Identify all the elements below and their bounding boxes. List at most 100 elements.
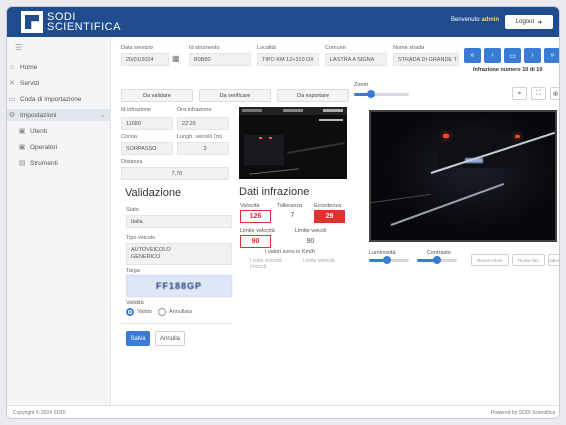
distanza-field: 7,70 — [121, 167, 229, 180]
contrasto-slider[interactable] — [417, 256, 457, 264]
tipo-veicolo-select[interactable]: AUTOVEICOLO GENERICO — [126, 243, 232, 265]
target-icon: ⌖ — [517, 89, 522, 97]
id-strumento-field: B0B80 — [189, 53, 251, 66]
sidebar-item-label: Home — [20, 63, 38, 71]
sidebar-item-label: Utenti — [30, 127, 47, 135]
ora-infrazione-label: Ora infrazione — [177, 107, 212, 113]
user-icon: ▣ — [18, 128, 26, 135]
target-button[interactable]: ⌖ — [512, 87, 527, 100]
nome-strada-field: STRADA DI GRANDE T — [393, 53, 459, 66]
sidebar-item-label: Servizi — [20, 79, 40, 87]
tipo-veicolo-line1: AUTOVEICOLO — [131, 247, 171, 253]
save-photo-button[interactable]: Salva — [548, 254, 559, 266]
radio-annullata[interactable] — [158, 308, 166, 316]
hamburger-icon[interactable]: ☰ — [15, 43, 22, 52]
services-icon: ✕ — [9, 80, 15, 87]
contrasto-slider-knob[interactable] — [433, 256, 441, 264]
welcome-user: admin — [481, 17, 499, 23]
id-infrazione-label: Id infrazione — [121, 107, 151, 113]
last-icon: » — [550, 52, 555, 59]
radio-annullata-label: Annullata — [169, 309, 192, 315]
data-servizio-field: 20/01/2024 — [121, 53, 169, 66]
first-record-button[interactable]: « — [464, 48, 481, 63]
corsia-label: Corsia — [121, 134, 137, 140]
app-window: SODI SCIENTIFICA Benvenuto admin Logout … — [6, 6, 560, 419]
zoom-label: Zoom — [354, 82, 369, 88]
zoom-slider-knob[interactable] — [366, 90, 375, 98]
luminosita-label: Luminosità — [369, 250, 396, 256]
targa-plate-image[interactable]: FF188GP — [126, 275, 232, 297]
radio-valido-label: Valido — [137, 309, 152, 315]
tools-icon: ▤ — [18, 160, 26, 167]
eccedenza-label: Eccedenza — [314, 203, 342, 209]
logo: SODI SCIENTIFICA — [21, 10, 121, 34]
prev-record-button[interactable]: ‹ — [484, 48, 501, 63]
luminosita-slider-knob[interactable] — [383, 256, 391, 264]
velocita-value: 126 — [240, 210, 271, 223]
localita-label: Località — [257, 45, 276, 51]
velocita-label: Velocità — [240, 203, 260, 209]
lunghezza-label: Lungh. veicolo (m) — [177, 134, 223, 140]
stato-select[interactable]: Italia — [126, 215, 232, 228]
divider — [121, 323, 233, 324]
crosshair-button[interactable]: ⊕ — [550, 87, 559, 100]
zoom-slider[interactable] — [354, 90, 409, 98]
sidebar-item-operatori[interactable]: ▣ Operatori — [7, 141, 111, 153]
targa-label: Targa — [126, 268, 140, 274]
footer: Copyright © 2024 SODI Powered by SODI Sc… — [7, 405, 559, 418]
limite-velocita-value: 90 — [240, 235, 271, 248]
grey-note-2: Limite velocità — [303, 258, 335, 264]
sidebar-item-strumenti[interactable]: ▤ Strumenti — [7, 157, 111, 169]
logo-mark-icon — [21, 11, 43, 33]
sidebar-item-label: Coda di importazione — [20, 95, 82, 103]
tipo-veicolo-line2: GENERICO — [131, 254, 161, 260]
logout-label: Logout — [515, 19, 535, 25]
lunghezza-field: 3 — [177, 142, 229, 155]
expand-icon: ⛶ — [536, 89, 541, 97]
salva-button[interactable]: Salva — [126, 331, 150, 346]
sidebar-item-label: Operatori — [30, 143, 58, 151]
validita-label: Validità — [126, 300, 144, 306]
expand-button[interactable]: ⛶ — [531, 87, 546, 100]
da-esportare-button[interactable]: Da esportare — [277, 89, 349, 102]
luminosita-slider[interactable] — [369, 256, 409, 264]
last-record-button[interactable]: » — [544, 48, 559, 63]
da-verificare-button[interactable]: Da verificare — [199, 89, 271, 102]
logout-button[interactable]: Logout ➜ — [505, 15, 553, 29]
data-servizio-label: Data servizio — [121, 45, 153, 51]
comune-field: LASTRA A SIGNA — [325, 53, 387, 66]
next-record-button[interactable]: › — [524, 48, 541, 63]
grey-note-1: Limite velocità (mezzi) — [250, 258, 282, 270]
sidebar-item-coda[interactable]: ▭ Coda di importazione — [7, 93, 111, 105]
operator-icon: ▣ — [18, 144, 26, 151]
calendar-icon[interactable]: ▦ — [172, 54, 180, 63]
sidebar-item-utenti[interactable]: ▣ Utenti — [7, 125, 111, 137]
queue-icon: ▭ — [8, 96, 16, 103]
rotate-photo-button[interactable]: Ruota foto — [512, 254, 545, 266]
sidebar-item-home[interactable]: ⌂ Home — [7, 61, 111, 73]
eccedenza-value: 29 — [314, 210, 345, 223]
units-note: I valori sono in Km/h — [265, 249, 315, 255]
thumbnail-image[interactable] — [239, 107, 347, 179]
infraction-counter: Infrazione numero 10 di 10 — [473, 67, 543, 73]
annulla-button[interactable]: Annulla — [155, 331, 185, 346]
contrasto-label: Contrasto — [427, 250, 451, 256]
da-validare-button[interactable]: Da validare — [121, 89, 193, 102]
footer-left: Copyright © 2024 SODI — [13, 410, 66, 416]
sidebar: ☰ ⌂ Home ✕ Servizi ▭ Coda di importazion… — [7, 37, 111, 407]
dati-infrazione-title: Dati infrazione — [239, 186, 310, 198]
limite-velocita-label: Limite velocità — [240, 228, 275, 234]
infraction-photo[interactable] — [369, 110, 557, 242]
reset-color-button[interactable]: Reset colore — [471, 254, 509, 266]
sidebar-item-impostazioni[interactable]: ⚙ Impostazioni ⌄ — [7, 109, 111, 121]
sidebar-item-servizi[interactable]: ✕ Servizi — [7, 77, 111, 89]
gear-icon: ⚙ — [8, 112, 16, 119]
list-icon: ▭ — [509, 52, 516, 60]
next-icon: › — [531, 52, 534, 59]
sidebar-item-label: Impostazioni — [20, 111, 57, 119]
chevron-down-icon: ⌄ — [99, 112, 105, 119]
welcome-prefix: Benvenuto — [450, 17, 480, 23]
list-button[interactable]: ▭ — [504, 48, 521, 63]
radio-valido[interactable] — [126, 308, 134, 316]
logo-line2: SCIENTIFICA — [47, 21, 121, 33]
